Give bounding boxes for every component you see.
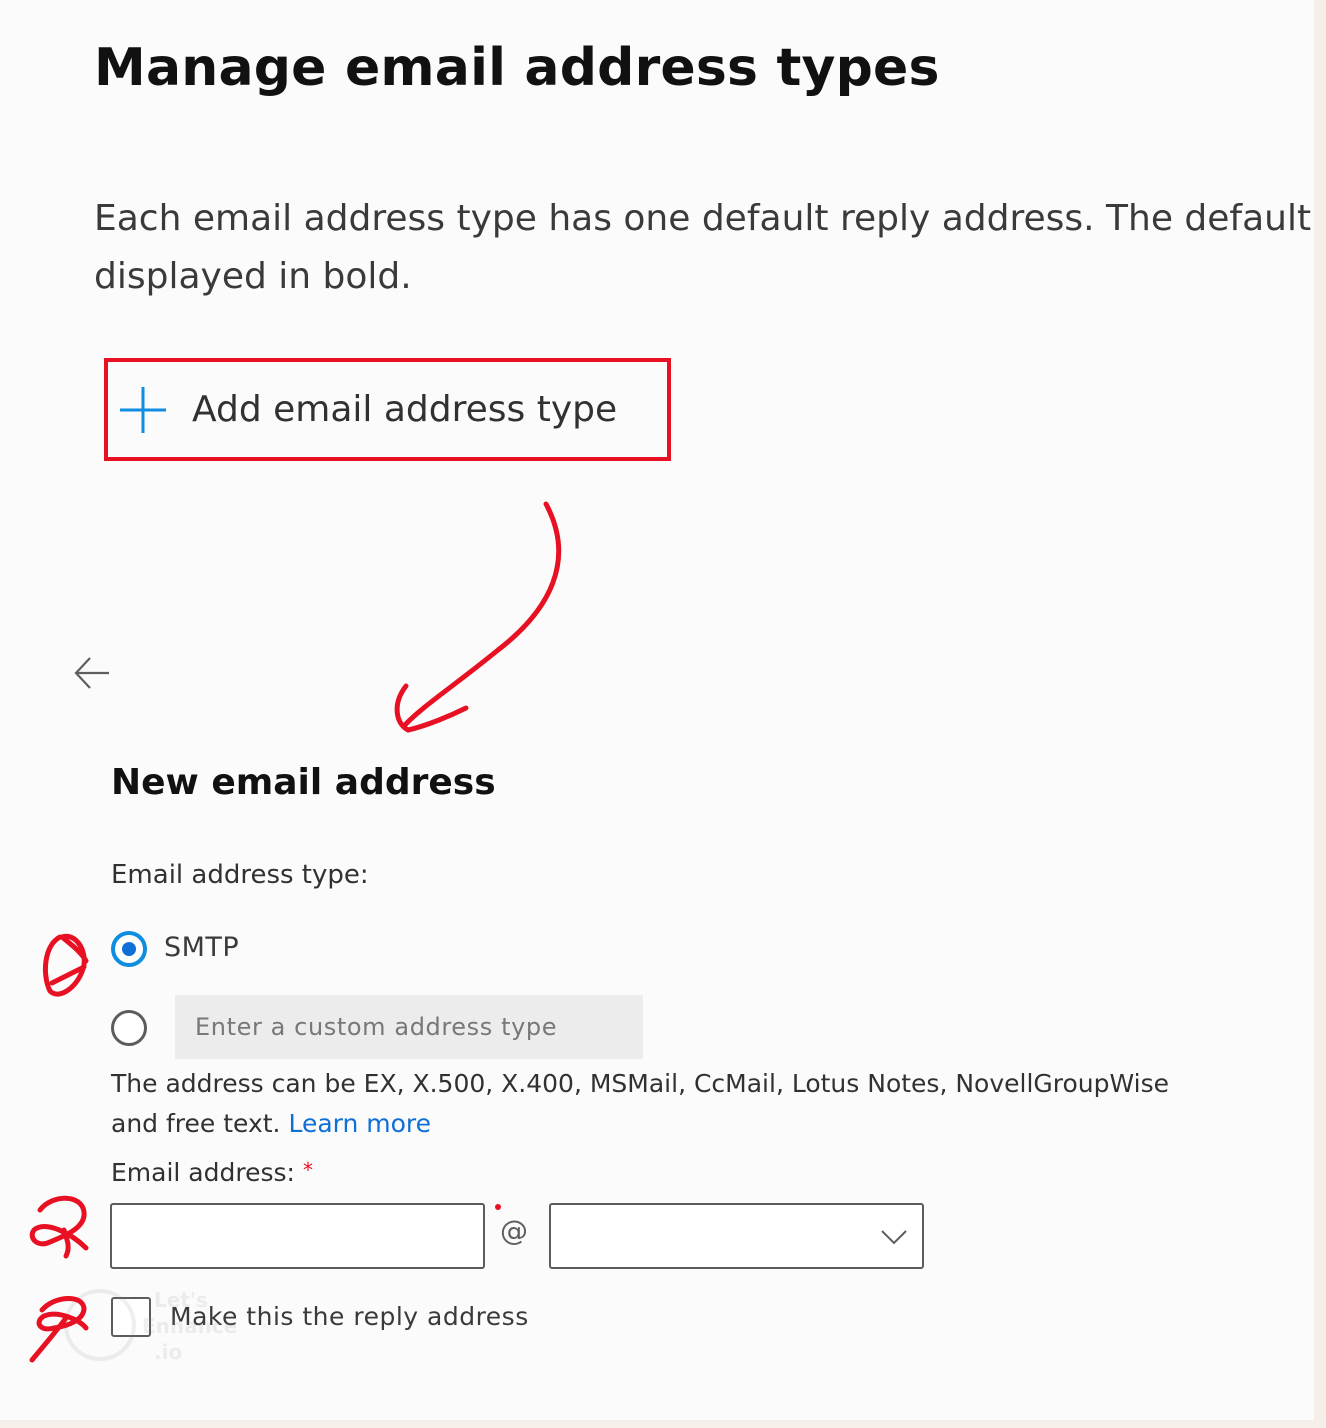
page-description: Each email address type has one default … — [94, 190, 1326, 306]
page: Manage email address types Each email ad… — [0, 0, 1326, 1428]
learn-more-link[interactable]: Learn more — [288, 1109, 431, 1138]
required-indicator: * — [302, 1158, 313, 1182]
email-address-label: Email address: * — [111, 1158, 313, 1187]
radio-selected-dot — [122, 942, 136, 956]
smtp-radio-label: SMTP — [164, 932, 240, 963]
plus-icon — [120, 386, 166, 433]
custom-type-radio[interactable] — [111, 1010, 147, 1046]
at-sign: @ — [500, 1214, 528, 1247]
add-email-address-type-label: Add email address type — [192, 389, 618, 430]
step-mark-3 — [29, 1296, 89, 1363]
help-text-line-1: The address can be EX, X.500, X.400, MSM… — [111, 1069, 1170, 1098]
chevron-down-icon — [881, 1230, 907, 1245]
description-line-1: Each email address type has one default … — [94, 198, 1312, 239]
back-arrow-icon[interactable] — [72, 654, 112, 692]
help-text-line-2-text: and free text. — [111, 1109, 281, 1138]
help-text-line-2: and free text. Learn more — [111, 1104, 1231, 1144]
step-mark-2 — [29, 1195, 89, 1259]
email-address-label-text: Email address: — [111, 1158, 295, 1187]
description-line-2: displayed in bold. — [94, 256, 412, 297]
custom-address-type-input[interactable] — [175, 995, 643, 1059]
svg-text:Enhance: Enhance — [142, 1314, 237, 1338]
annotation-arrow — [394, 501, 562, 733]
domain-dropdown[interactable] — [549, 1203, 924, 1269]
email-address-type-label: Email address type: — [111, 860, 369, 890]
page-title: Manage email address types — [94, 38, 940, 98]
add-email-address-type-button[interactable]: Add email address type — [104, 358, 671, 461]
svg-text:.io: .io — [154, 1340, 182, 1364]
email-local-part-input[interactable] — [110, 1203, 485, 1269]
new-email-address-title: New email address — [111, 762, 496, 803]
smtp-radio[interactable] — [111, 931, 147, 967]
bottom-border — [0, 1420, 1326, 1428]
svg-text:Let's: Let's — [154, 1288, 208, 1312]
step-mark-1 — [42, 933, 89, 997]
required-dot-marker — [495, 1204, 501, 1210]
address-type-help-text: The address can be EX, X.500, X.400, MSM… — [111, 1064, 1231, 1144]
